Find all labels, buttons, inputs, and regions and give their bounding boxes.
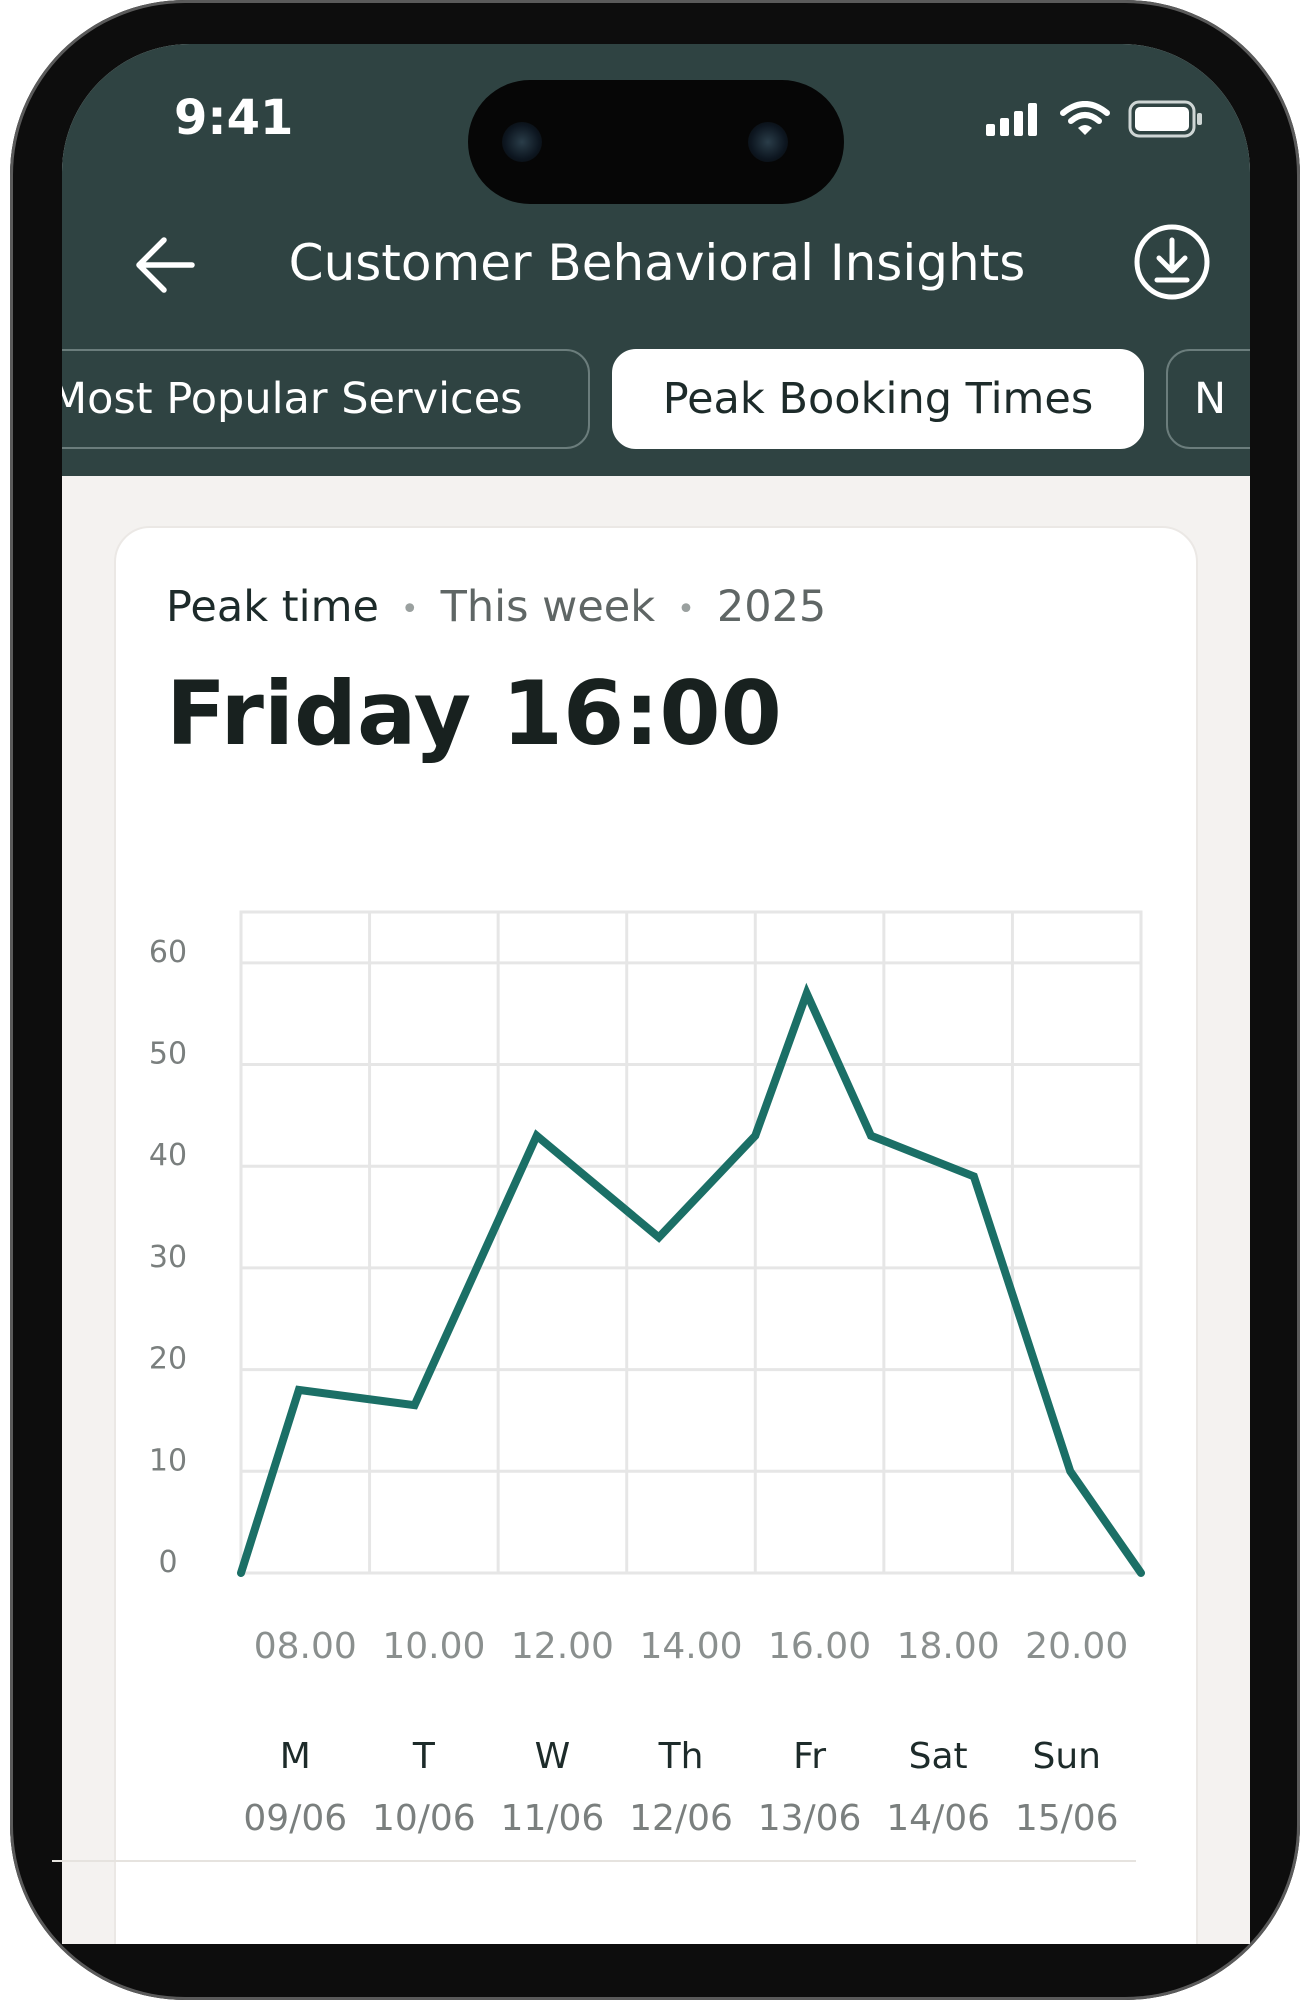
top-app-bar: Customer Behavioral Insights [62, 214, 1250, 314]
tab-next[interactable]: N [1166, 349, 1250, 449]
x-tick-label: 12.00 [511, 1626, 614, 1667]
date-label: 10/06 [372, 1798, 476, 1839]
tab-peak-booking-times[interactable]: Peak Booking Times [612, 349, 1144, 449]
back-arrow-icon[interactable] [128, 228, 202, 302]
booking-line-chart: 60 50 40 30 20 10 0 08.00 10.00 12.00 14.00 16.00 18… [116, 528, 1200, 1944]
status-time: 9:41 [174, 90, 293, 146]
plot-frame [241, 912, 1141, 1573]
date-label: 09/06 [243, 1798, 347, 1839]
battery-icon [1128, 100, 1204, 138]
day-label: Sat [909, 1736, 968, 1777]
x-tick-label: 14.00 [639, 1626, 742, 1667]
date-label: 11/06 [501, 1798, 605, 1839]
tab-most-popular-services[interactable]: Most Popular Services [62, 349, 590, 449]
day-label: Fr [793, 1736, 826, 1777]
y-tick-label: 20 [149, 1342, 187, 1377]
day-label: Sun [1032, 1736, 1100, 1777]
date-label: 13/06 [758, 1798, 862, 1839]
download-icon[interactable] [1130, 220, 1214, 304]
dynamic-island [468, 80, 844, 204]
camera-icon [502, 122, 542, 162]
day-label: W [535, 1736, 571, 1777]
x-tick-label: 20.00 [1025, 1626, 1128, 1667]
wifi-icon [1060, 101, 1110, 137]
x-tick-label: 10.00 [382, 1626, 485, 1667]
date-label: 14/06 [886, 1798, 990, 1839]
y-tick-label: 60 [149, 935, 187, 970]
y-tick-label: 10 [149, 1443, 187, 1478]
app-header: 9:41 [62, 44, 1250, 476]
y-tick-label: 0 [158, 1545, 177, 1580]
x-tick-label: 08.00 [254, 1626, 357, 1667]
tab-bar: Most Popular Services Peak Booking Times… [62, 349, 1250, 449]
day-label: Th [658, 1736, 704, 1777]
sensor-icon [748, 122, 788, 162]
y-tick-label: 40 [149, 1138, 187, 1173]
y-tick-label: 30 [149, 1240, 187, 1275]
status-icons [986, 100, 1204, 138]
page-title: Customer Behavioral Insights [232, 234, 1082, 292]
date-label: 12/06 [629, 1798, 733, 1839]
day-label: M [280, 1736, 311, 1777]
card-divider [52, 1860, 1136, 1862]
series-line [241, 993, 1141, 1573]
day-label: T [412, 1736, 436, 1777]
app-screen: 9:41 [62, 44, 1250, 1944]
date-label: 15/06 [1015, 1798, 1119, 1839]
x-tick-label: 16.00 [768, 1626, 871, 1667]
signal-icon [986, 102, 1042, 136]
y-tick-label: 50 [149, 1037, 187, 1072]
peak-time-card: Peak time•This week•2025 Friday 16:00 60… [114, 526, 1198, 1944]
x-tick-label: 18.00 [897, 1626, 1000, 1667]
